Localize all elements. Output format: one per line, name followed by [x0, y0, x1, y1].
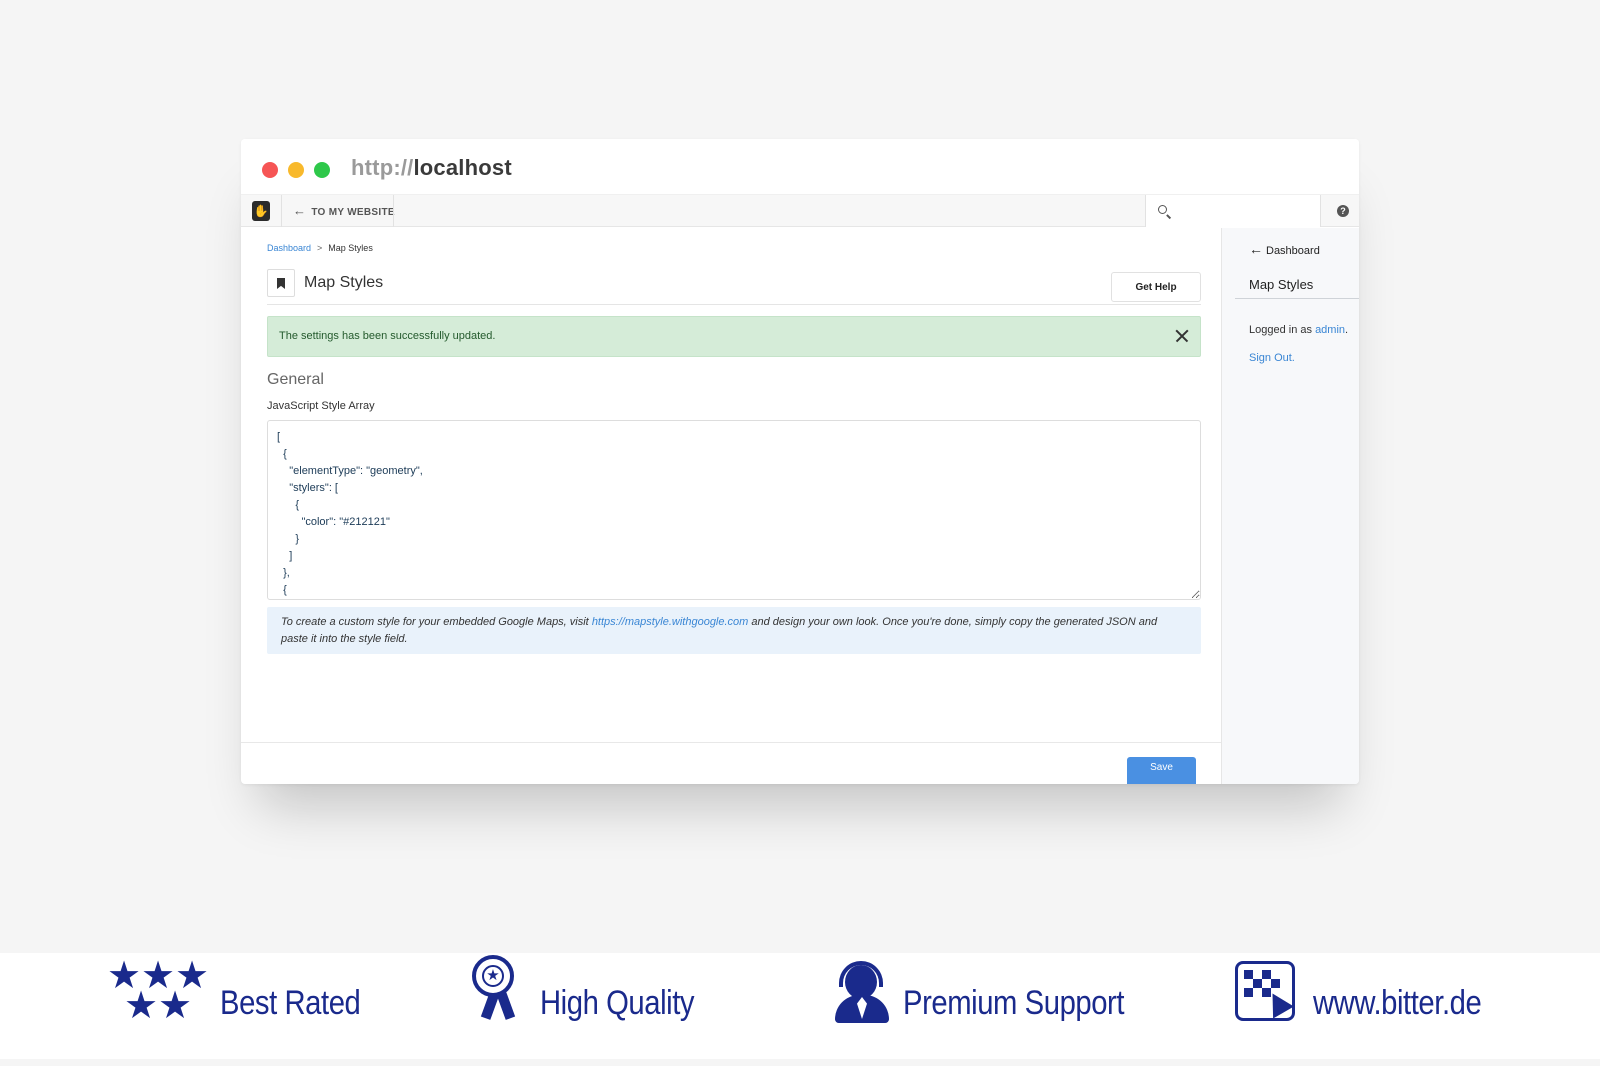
url-protocol: http:// [351, 155, 414, 180]
minimize-window-button[interactable] [288, 162, 304, 178]
info-text-prefix: To create a custom style for your embedd… [281, 616, 592, 628]
help-icon[interactable]: ? [1337, 205, 1349, 217]
right-panel: ← Dashboard Map Styles Logged in as admin… [1221, 228, 1359, 784]
toolbar-divider [281, 195, 282, 227]
premium-support-badge: Premium Support [835, 953, 1135, 1059]
arrow-left-icon: ← [1249, 241, 1263, 257]
address-bar[interactable]: http://localhost [351, 155, 512, 181]
alert-message: The settings has been successfully updat… [279, 330, 496, 342]
toolbar-search [1145, 195, 1321, 227]
search-icon [1158, 205, 1167, 214]
cms-toolbar: ✋ ← TO MY WEBSITE ? [241, 195, 1359, 227]
breadcrumb-dashboard-link[interactable]: Dashboard [267, 243, 311, 253]
admin-user-link[interactable]: admin [1315, 324, 1345, 336]
cms-logo-icon[interactable]: ✋ [252, 201, 270, 221]
help-info-box: To create a custom style for your embedd… [267, 607, 1201, 654]
panel-back-link[interactable]: ← Dashboard [1249, 241, 1320, 257]
breadcrumb: Dashboard > Map Styles [267, 243, 373, 253]
page-title: Map Styles [304, 274, 384, 291]
style-array-textarea[interactable]: [ { "elementType": "geometry", "stylers"… [267, 420, 1201, 600]
to-website-label: TO MY WEBSITE [311, 207, 395, 218]
bookmark-icon [277, 278, 285, 289]
mapstyle-link[interactable]: https://mapstyle.withgoogle.com [592, 616, 749, 628]
panel-title: Map Styles [1249, 277, 1314, 292]
premium-support-label: Premium Support [903, 984, 1125, 1022]
browser-window: http://localhost ✋ ← TO MY WEBSITE ? Dash… [241, 139, 1359, 784]
bookmark-button[interactable] [267, 269, 295, 297]
best-rated-label: Best Rated [220, 984, 361, 1022]
bitter-logo-icon [1235, 961, 1295, 1021]
main-content: Dashboard > Map Styles Map Styles Get Help… [241, 228, 1221, 784]
high-quality-badge: ★ High Quality [472, 953, 705, 1059]
panel-divider [1235, 298, 1359, 299]
best-rated-badge: ★ ★ ★ ★ ★ Best Rated [107, 955, 361, 1027]
sign-out-link[interactable]: Sign Out. [1249, 352, 1295, 364]
maximize-window-button[interactable] [314, 162, 330, 178]
logged-in-text: Logged in as admin. [1249, 324, 1348, 336]
website-label[interactable]: www.bitter.de [1313, 984, 1482, 1023]
breadcrumb-separator: > [317, 243, 323, 253]
high-quality-label: High Quality [540, 984, 695, 1022]
badge-bar: ★ ★ ★ ★ ★ Best Rated ★ High Quality Prem… [0, 953, 1600, 1059]
page-header: Map Styles Get Help [267, 269, 1201, 305]
website-badge: www.bitter.de [1235, 953, 1505, 1059]
toolbar-divider [393, 195, 394, 227]
url-host: localhost [413, 155, 512, 180]
get-help-button[interactable]: Get Help [1111, 272, 1201, 302]
panel-back-label: Dashboard [1266, 245, 1320, 257]
close-icon[interactable] [1172, 326, 1192, 346]
arrow-left-icon: ← [293, 203, 307, 218]
close-window-button[interactable] [262, 162, 278, 178]
search-input[interactable] [1176, 199, 1314, 223]
footer-divider [241, 742, 1221, 743]
field-label: JavaScript Style Array [267, 400, 375, 412]
browser-titlebar: http://localhost [241, 139, 1359, 195]
success-alert: The settings has been successfully updat… [267, 316, 1201, 357]
save-button[interactable]: Save [1127, 757, 1196, 784]
section-title: General [267, 371, 324, 388]
logged-in-suffix: . [1345, 324, 1349, 336]
logged-in-prefix: Logged in as [1249, 324, 1316, 336]
breadcrumb-current: Map Styles [328, 243, 373, 253]
to-my-website-link[interactable]: ← TO MY WEBSITE [293, 195, 395, 227]
